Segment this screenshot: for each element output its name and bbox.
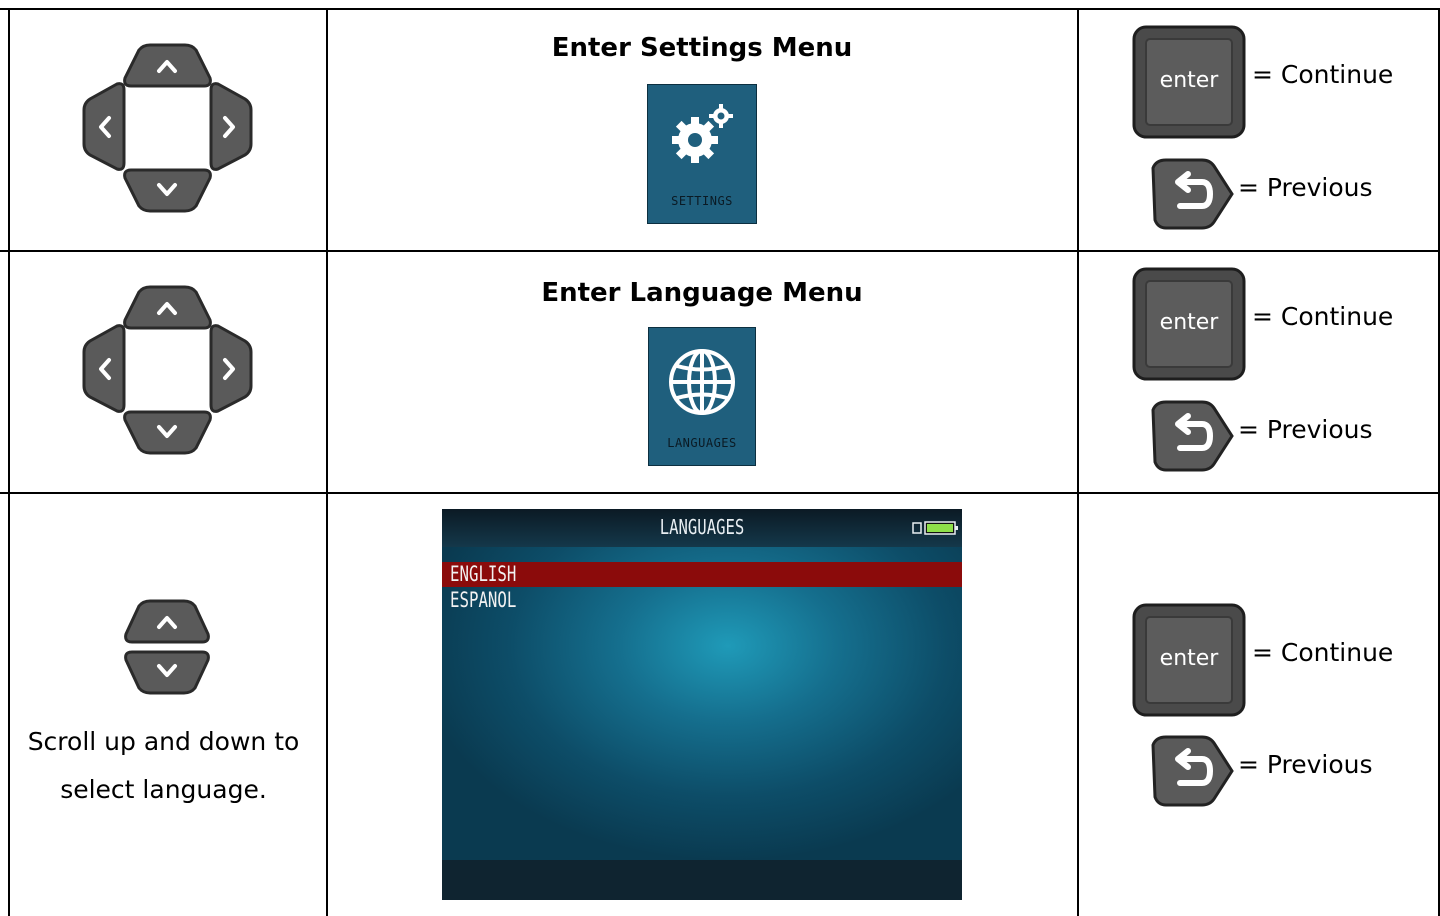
languages-tile-label: LANGUAGES [667,436,737,450]
globe-icon [669,349,735,415]
dpad-keys [82,43,253,213]
previous-label: = Previous [1238,750,1373,779]
right-key [209,82,253,171]
up-key [124,599,210,644]
continue-label: = Continue [1252,60,1394,89]
up-key [123,43,212,88]
table-border-top [0,8,1440,10]
language-option-label: ENGLISH [450,562,517,586]
left-key [82,82,126,171]
device-screen: LANGUAGES ENGLISH ESPANOL [442,509,962,900]
enter-key: enter [1132,603,1246,717]
up-key [123,285,212,330]
enter-key-label: enter [1160,68,1220,93]
right-key [209,324,253,413]
table-column-divider-2 [1077,8,1079,916]
previous-label: = Previous [1238,173,1373,202]
enter-key-label: enter [1160,646,1220,671]
language-option-espanol[interactable]: ESPANOL [442,588,962,613]
table-divider-1 [0,250,1440,252]
gear-icon [672,104,733,163]
dpad-keys [82,285,253,455]
continue-label: = Continue [1252,638,1394,667]
enter-key: enter [1132,25,1246,139]
screen-bottom-bar [442,860,962,900]
language-option-label: ESPANOL [450,588,517,612]
screen-title: LANGUAGES [659,515,745,539]
instruction-table: Enter Settings Menu SETTINGS enter = Con… [0,0,1440,916]
up-down-keys [124,599,210,695]
step-title-language: Enter Language Menu [541,278,863,308]
language-option-english[interactable]: ENGLISH [442,562,962,587]
battery-icon [912,521,958,535]
down-key [123,410,212,455]
enter-key: enter [1132,267,1246,381]
left-key [82,324,126,413]
table-divider-2 [0,492,1440,494]
scroll-caption-line-2: select language. [60,775,267,804]
continue-label: = Continue [1252,302,1394,331]
enter-key-label: enter [1160,310,1220,335]
down-key [123,168,212,213]
previous-label: = Previous [1238,415,1373,444]
settings-menu-tile: SETTINGS [647,84,757,224]
scroll-caption-line-1: Scroll up and down to [27,727,300,756]
back-key [1151,735,1234,807]
back-key [1151,400,1234,472]
step-title-settings: Enter Settings Menu [551,33,853,63]
settings-tile-label: SETTINGS [671,194,733,208]
down-key [124,650,210,695]
languages-menu-tile: LANGUAGES [648,327,756,466]
back-key [1151,158,1234,230]
